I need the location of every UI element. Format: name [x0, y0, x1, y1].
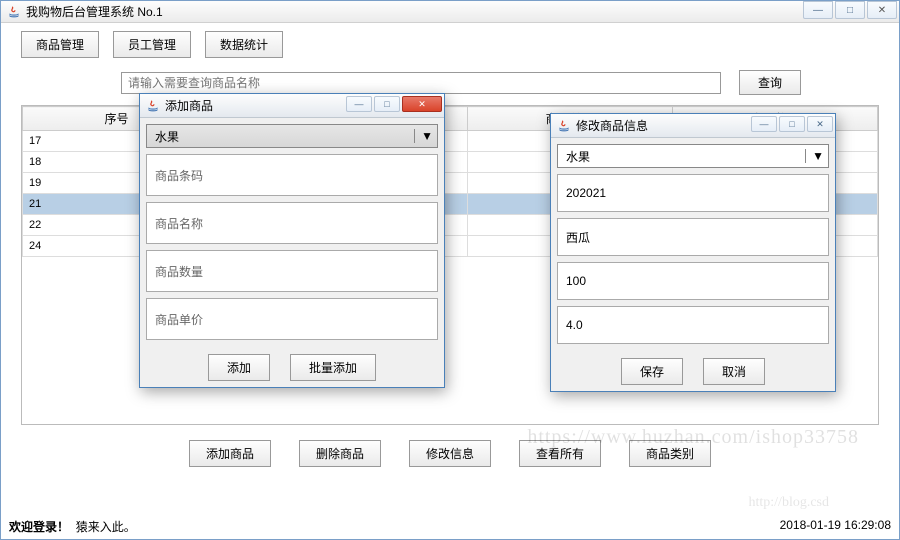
add-price-field[interactable]: 商品单价 — [146, 298, 438, 340]
view-all-button[interactable]: 查看所有 — [519, 440, 601, 467]
edit-name-field[interactable]: 西瓜 — [557, 218, 829, 256]
edit-dialog-minimize[interactable]: — — [751, 116, 777, 132]
edit-dialog-title: 修改商品信息 — [576, 117, 648, 134]
modify-info-button[interactable]: 修改信息 — [409, 440, 491, 467]
delete-product-button[interactable]: 删除商品 — [299, 440, 381, 467]
stats-button[interactable]: 数据统计 — [205, 31, 283, 58]
bottom-toolbar: 添加商品 删除商品 修改信息 查看所有 商品类别 — [1, 440, 899, 467]
add-dialog-close[interactable]: ✕ — [402, 96, 442, 112]
edit-category-combo[interactable]: 水果 ▼ — [557, 144, 829, 168]
edit-dialog-close[interactable]: ✕ — [807, 116, 833, 132]
main-window: 我购物后台管理系统 No.1 — □ ✕ 商品管理 员工管理 数据统计 查询 序… — [0, 0, 900, 540]
window-title: 我购物后台管理系统 No.1 — [26, 3, 163, 20]
main-toolbar: 商品管理 员工管理 数据统计 — [1, 23, 899, 66]
add-name-field[interactable]: 商品名称 — [146, 202, 438, 244]
status-time: 2018-01-19 16:29:08 — [780, 518, 891, 535]
search-row: 查询 — [1, 66, 899, 99]
edit-price-field[interactable]: 4.0 — [557, 306, 829, 344]
maximize-button[interactable]: □ — [835, 1, 865, 19]
java-icon — [7, 5, 21, 19]
add-product-button[interactable]: 添加商品 — [189, 440, 271, 467]
add-dialog-titlebar[interactable]: 添加商品 — □ ✕ — [140, 94, 444, 118]
search-input[interactable] — [121, 72, 721, 94]
category-button[interactable]: 商品类别 — [629, 440, 711, 467]
edit-dialog-titlebar[interactable]: 修改商品信息 — □ ✕ — [551, 114, 835, 138]
main-titlebar: 我购物后台管理系统 No.1 — □ ✕ — [1, 1, 899, 23]
status-left: 欢迎登录！ 猿来入此。 — [9, 518, 136, 535]
add-dialog-maximize[interactable]: □ — [374, 96, 400, 112]
edit-product-dialog: 修改商品信息 — □ ✕ 水果 ▼ 202021 西瓜 100 4.0 保存 取… — [550, 113, 836, 392]
watermark-blog: http://blog.csd — [749, 495, 830, 511]
add-product-dialog: 添加商品 — □ ✕ 水果 ▼ 商品条码 商品名称 商品数量 商品单价 添加 批… — [139, 93, 445, 388]
add-confirm-button[interactable]: 添加 — [208, 354, 270, 381]
edit-qty-field[interactable]: 100 — [557, 262, 829, 300]
add-category-combo[interactable]: 水果 ▼ — [146, 124, 438, 148]
staff-mgmt-button[interactable]: 员工管理 — [113, 31, 191, 58]
java-icon — [557, 119, 571, 133]
search-button[interactable]: 查询 — [739, 70, 801, 95]
add-qty-field[interactable]: 商品数量 — [146, 250, 438, 292]
edit-dialog-maximize[interactable]: □ — [779, 116, 805, 132]
window-controls: — □ ✕ — [801, 1, 897, 19]
add-barcode-field[interactable]: 商品条码 — [146, 154, 438, 196]
save-button[interactable]: 保存 — [621, 358, 683, 385]
minimize-button[interactable]: — — [803, 1, 833, 19]
chevron-down-icon: ▼ — [805, 149, 824, 163]
edit-barcode-field[interactable]: 202021 — [557, 174, 829, 212]
chevron-down-icon: ▼ — [414, 129, 433, 143]
close-button[interactable]: ✕ — [867, 1, 897, 19]
java-icon — [146, 99, 160, 113]
add-dialog-minimize[interactable]: — — [346, 96, 372, 112]
cancel-button[interactable]: 取消 — [703, 358, 765, 385]
add-dialog-title: 添加商品 — [165, 97, 213, 114]
status-bar: 欢迎登录！ 猿来入此。 2018-01-19 16:29:08 — [9, 518, 891, 535]
product-mgmt-button[interactable]: 商品管理 — [21, 31, 99, 58]
batch-add-button[interactable]: 批量添加 — [290, 354, 376, 381]
